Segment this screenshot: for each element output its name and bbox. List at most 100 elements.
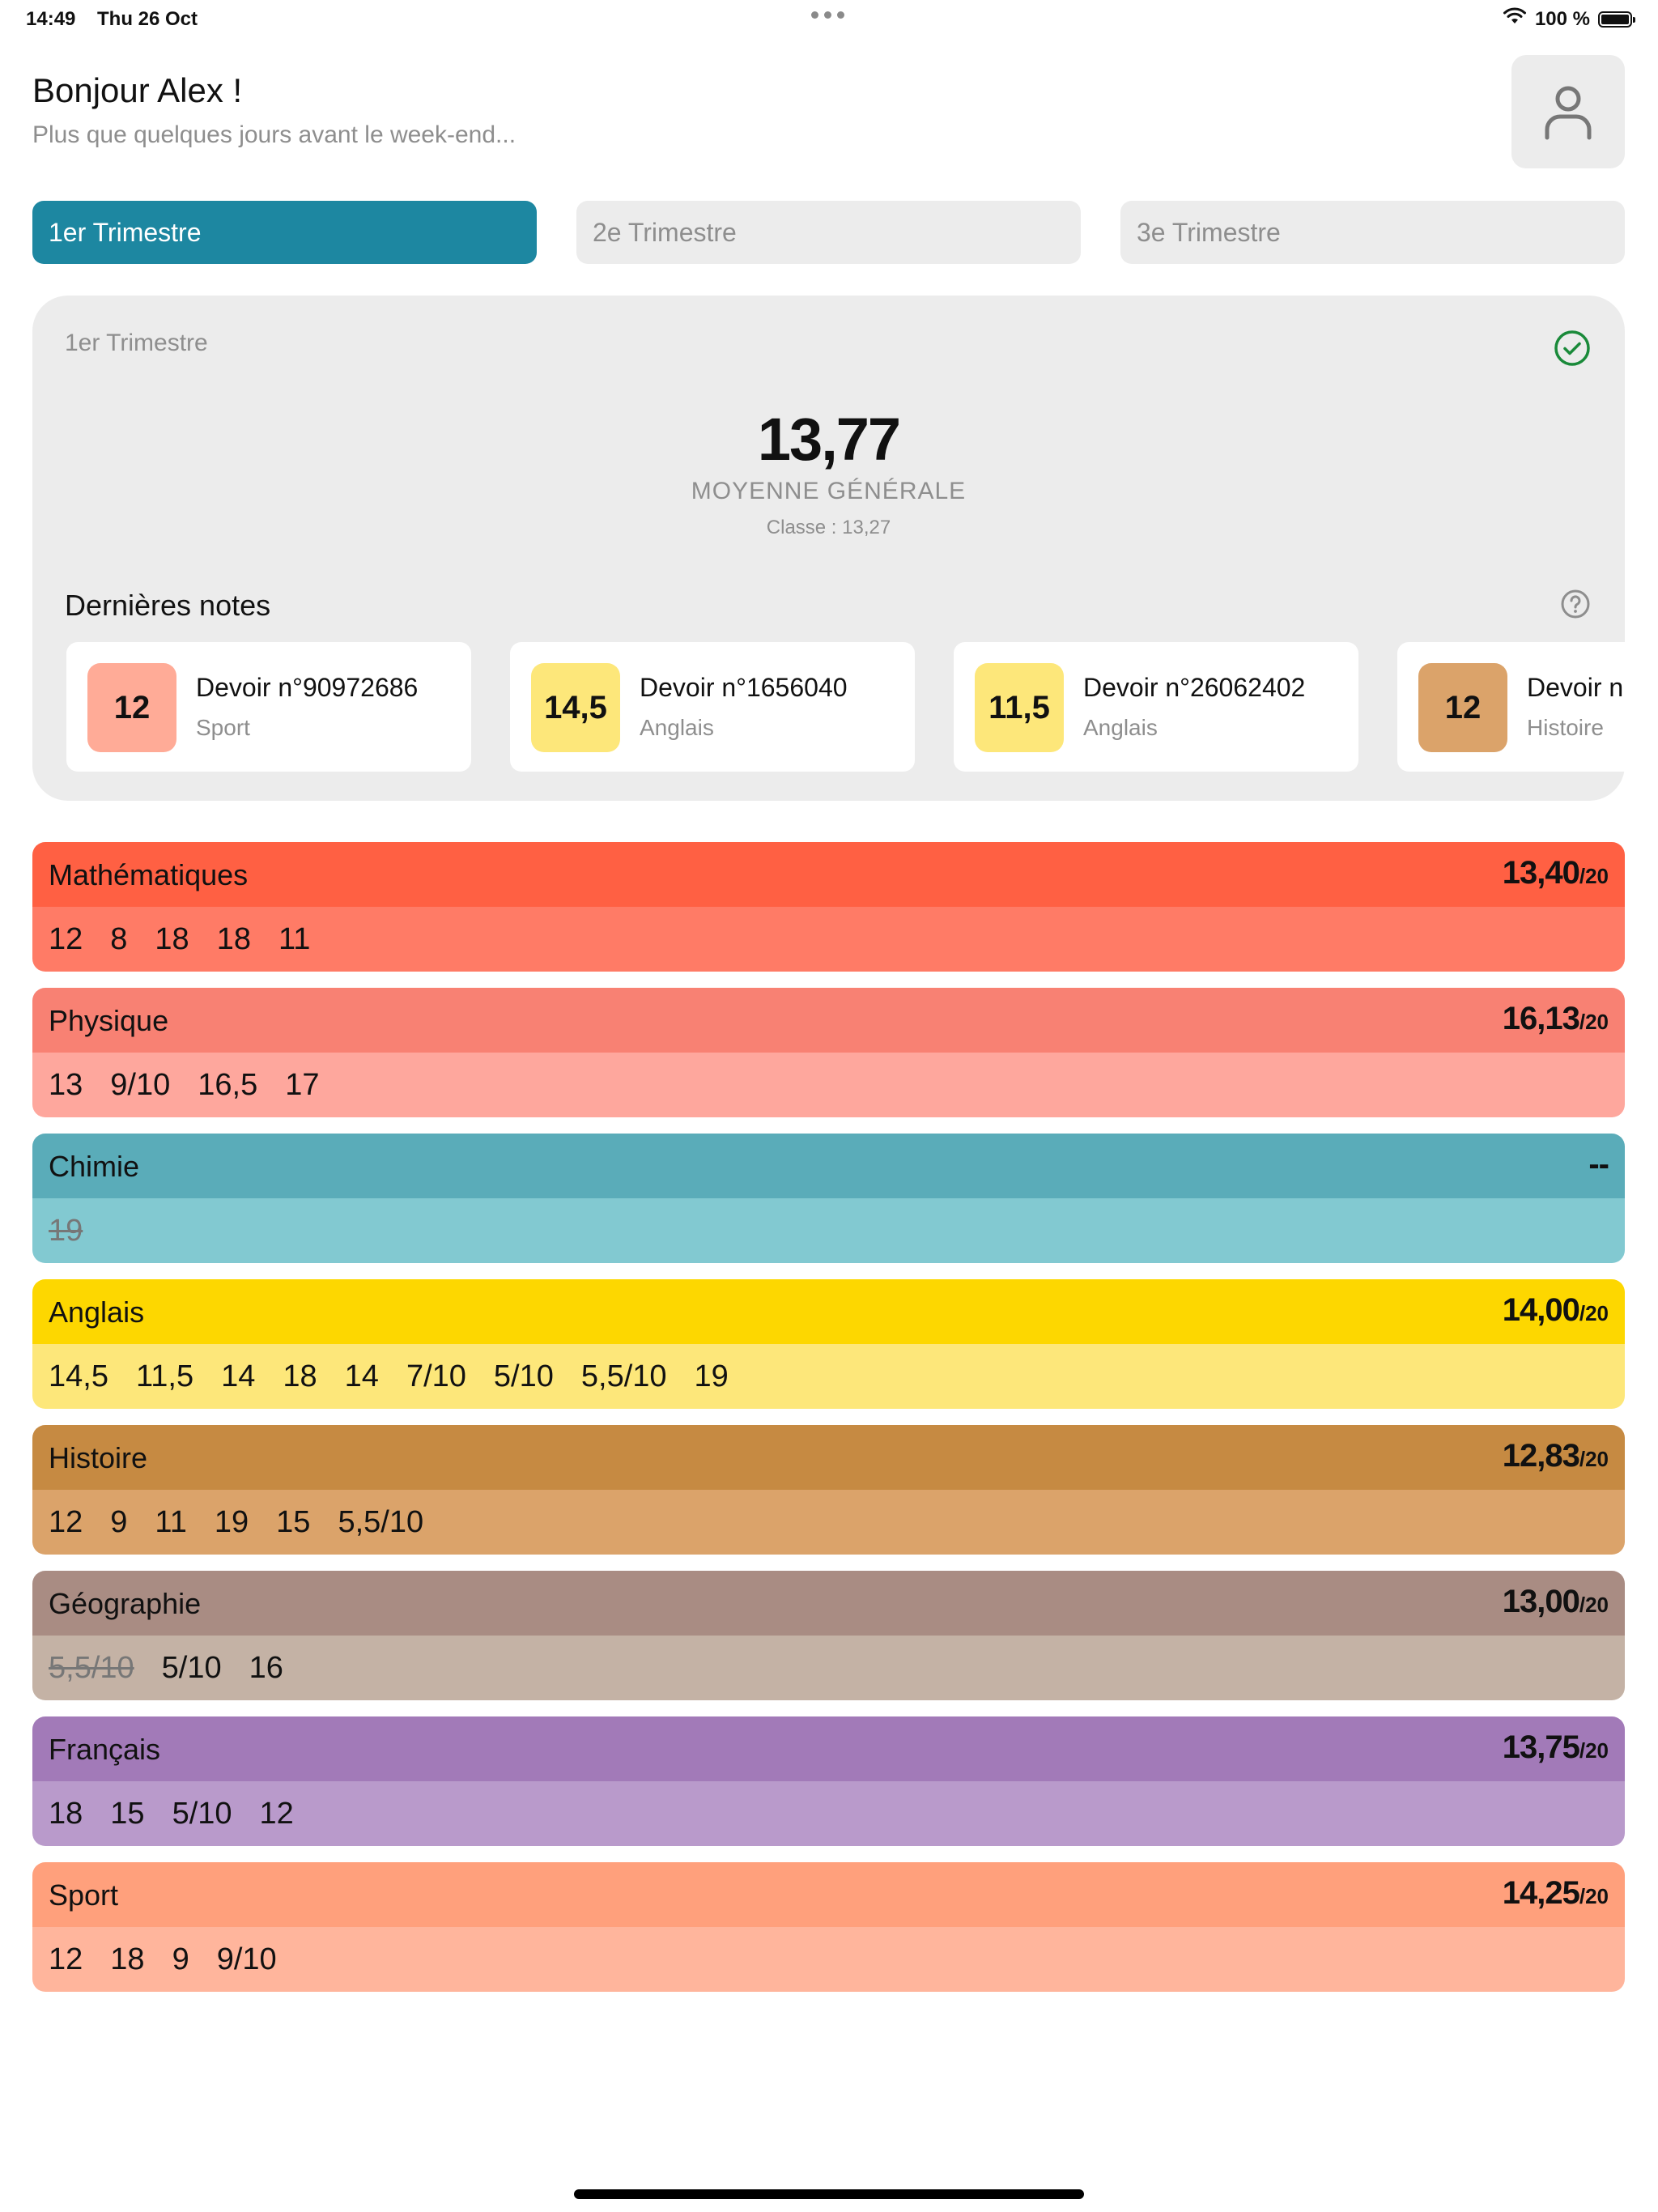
note-card[interactable]: 12 Devoir n°9 Histoire bbox=[1397, 642, 1625, 772]
grade-value[interactable]: 12 bbox=[49, 922, 83, 957]
note-grade: 12 bbox=[87, 663, 176, 752]
note-card[interactable]: 14,5 Devoir n°1656040 Anglais bbox=[510, 642, 915, 772]
subject-row[interactable]: Histoire 12,83/20 12 9 11 19 15 5,5/10 bbox=[32, 1425, 1625, 1555]
subject-grades: 18 15 5/10 12 bbox=[32, 1781, 1625, 1846]
grade-value[interactable]: 16,5 bbox=[198, 1068, 257, 1103]
profile-button[interactable] bbox=[1511, 55, 1625, 168]
status-date: Thu 26 Oct bbox=[97, 8, 198, 30]
subject-average-scale: /20 bbox=[1579, 1010, 1609, 1034]
note-title: Devoir n°90972686 bbox=[196, 673, 419, 702]
subject-name: Anglais bbox=[49, 1295, 145, 1329]
grade-value[interactable]: 9 bbox=[110, 1505, 127, 1540]
subject-average: 14,00/20 bbox=[1503, 1292, 1609, 1329]
grade-value[interactable]: 19 bbox=[49, 1214, 83, 1249]
grade-value[interactable]: 5/10 bbox=[172, 1797, 232, 1831]
subject-name: Géographie bbox=[49, 1587, 202, 1620]
subject-header: Sport 14,25/20 bbox=[32, 1862, 1625, 1927]
grade-value[interactable]: 14,5 bbox=[49, 1359, 108, 1394]
grade-value[interactable]: 14 bbox=[345, 1359, 379, 1394]
note-card[interactable]: 12 Devoir n°90972686 Sport bbox=[66, 642, 471, 772]
subject-row[interactable]: Français 13,75/20 18 15 5/10 12 bbox=[32, 1716, 1625, 1846]
subject-average-value: 14,25 bbox=[1502, 1875, 1580, 1911]
subject-average: 14,25/20 bbox=[1503, 1875, 1609, 1912]
grade-value[interactable]: 18 bbox=[283, 1359, 317, 1394]
latest-notes-carousel[interactable]: 12 Devoir n°90972686 Sport 14,5 Devoir n… bbox=[66, 642, 1625, 780]
subject-grades: 19 bbox=[32, 1198, 1625, 1263]
tab-trimester-3[interactable]: 3e Trimestre bbox=[1120, 201, 1625, 264]
grade-value[interactable]: 18 bbox=[155, 922, 189, 957]
subject-average: 13,00/20 bbox=[1503, 1584, 1609, 1620]
subject-row[interactable]: Anglais 14,00/20 14,5 11,5 14 18 14 7/10 5/10 5,5… bbox=[32, 1279, 1625, 1409]
subject-name: Physique bbox=[49, 1004, 169, 1037]
subject-header: Physique 16,13/20 bbox=[32, 988, 1625, 1053]
grade-value[interactable]: 9 bbox=[172, 1942, 189, 1977]
subject-row[interactable]: Sport 14,25/20 12 18 9 9/10 bbox=[32, 1862, 1625, 1992]
tab-trimester-1[interactable]: 1er Trimestre bbox=[32, 201, 537, 264]
subject-grades: 13 9/10 16,5 17 bbox=[32, 1053, 1625, 1117]
grade-value[interactable]: 19 bbox=[215, 1505, 249, 1540]
note-title: Devoir n°1656040 bbox=[640, 673, 848, 702]
subject-header: Géographie 13,00/20 bbox=[32, 1571, 1625, 1636]
subject-average-scale: /20 bbox=[1579, 1301, 1609, 1325]
subject-row[interactable]: Physique 16,13/20 13 9/10 16,5 17 bbox=[32, 988, 1625, 1117]
grade-value[interactable]: 5,5/10 bbox=[338, 1505, 423, 1540]
grade-value[interactable]: 5,5/10 bbox=[581, 1359, 667, 1394]
grade-value[interactable]: 19 bbox=[695, 1359, 729, 1394]
grade-value[interactable]: 11,5 bbox=[136, 1359, 193, 1394]
grade-value[interactable]: 5,5/10 bbox=[49, 1651, 134, 1686]
grade-value[interactable]: 5/10 bbox=[494, 1359, 554, 1394]
grade-value[interactable]: 7/10 bbox=[406, 1359, 466, 1394]
grade-value[interactable]: 18 bbox=[49, 1797, 83, 1831]
subject-average: 12,83/20 bbox=[1503, 1438, 1609, 1474]
note-grade: 14,5 bbox=[531, 663, 620, 752]
grade-value[interactable]: 12 bbox=[49, 1942, 83, 1977]
grade-value[interactable]: 14 bbox=[221, 1359, 255, 1394]
subject-grades: 12 9 11 19 15 5,5/10 bbox=[32, 1490, 1625, 1555]
note-subject: Sport bbox=[196, 715, 250, 740]
subject-row[interactable]: Chimie -- 19 bbox=[32, 1134, 1625, 1263]
grade-value[interactable]: 13 bbox=[49, 1068, 83, 1103]
grade-value[interactable]: 12 bbox=[260, 1797, 294, 1831]
grade-value[interactable]: 11 bbox=[155, 1505, 186, 1540]
subject-name: Français bbox=[49, 1733, 161, 1766]
grade-value[interactable]: 15 bbox=[276, 1505, 310, 1540]
period-label: 1er Trimestre bbox=[65, 330, 208, 356]
subject-average-value: 13,40 bbox=[1502, 855, 1580, 891]
status-time: 14:49 bbox=[26, 8, 76, 30]
subject-header: Mathématiques 13,40/20 bbox=[32, 842, 1625, 907]
grade-value[interactable]: 12 bbox=[49, 1505, 83, 1540]
subject-name: Chimie bbox=[49, 1150, 140, 1183]
grade-value[interactable]: 11 bbox=[278, 922, 310, 957]
multitasking-dots-icon[interactable] bbox=[811, 11, 844, 19]
grade-value[interactable]: 18 bbox=[110, 1942, 144, 1977]
grade-value[interactable]: 18 bbox=[217, 922, 251, 957]
subject-row[interactable]: Géographie 13,00/20 5,5/10 5/10 16 bbox=[32, 1571, 1625, 1700]
grade-value[interactable]: 15 bbox=[110, 1797, 144, 1831]
subject-average-scale: /20 bbox=[1579, 1884, 1609, 1908]
subject-grades: 12 8 18 18 11 bbox=[32, 907, 1625, 972]
general-average: 13,77 bbox=[757, 406, 901, 473]
grade-value[interactable]: 8 bbox=[110, 922, 127, 957]
home-indicator[interactable] bbox=[574, 2189, 1084, 2199]
note-subject: Histoire bbox=[1527, 715, 1604, 740]
subject-header: Histoire 12,83/20 bbox=[32, 1425, 1625, 1490]
subject-grades: 5,5/10 5/10 16 bbox=[32, 1636, 1625, 1700]
subject-average-scale: /20 bbox=[1579, 1738, 1609, 1763]
note-grade: 11,5 bbox=[975, 663, 1064, 752]
subject-name: Histoire bbox=[49, 1441, 148, 1474]
grade-value[interactable]: 9/10 bbox=[110, 1068, 170, 1103]
subject-row[interactable]: Mathématiques 13,40/20 12 8 18 18 11 bbox=[32, 842, 1625, 972]
note-card[interactable]: 11,5 Devoir n°26062402 Anglais bbox=[954, 642, 1358, 772]
grade-value[interactable]: 5/10 bbox=[162, 1651, 222, 1686]
tab-trimester-2[interactable]: 2e Trimestre bbox=[576, 201, 1081, 264]
wifi-icon bbox=[1503, 6, 1527, 32]
grade-value[interactable]: 16 bbox=[249, 1651, 283, 1686]
subject-average-value: 13,75 bbox=[1502, 1729, 1580, 1765]
trimester-tabs: 1er Trimestre 2e Trimestre 3e Trimestre bbox=[32, 201, 1625, 264]
subject-average: 16,13/20 bbox=[1503, 1001, 1609, 1037]
subject-average-scale: /20 bbox=[1579, 864, 1609, 888]
grade-value[interactable]: 17 bbox=[285, 1068, 319, 1103]
grade-value[interactable]: 9/10 bbox=[217, 1942, 277, 1977]
note-subject: Anglais bbox=[1083, 715, 1158, 740]
help-icon[interactable] bbox=[1560, 589, 1591, 623]
